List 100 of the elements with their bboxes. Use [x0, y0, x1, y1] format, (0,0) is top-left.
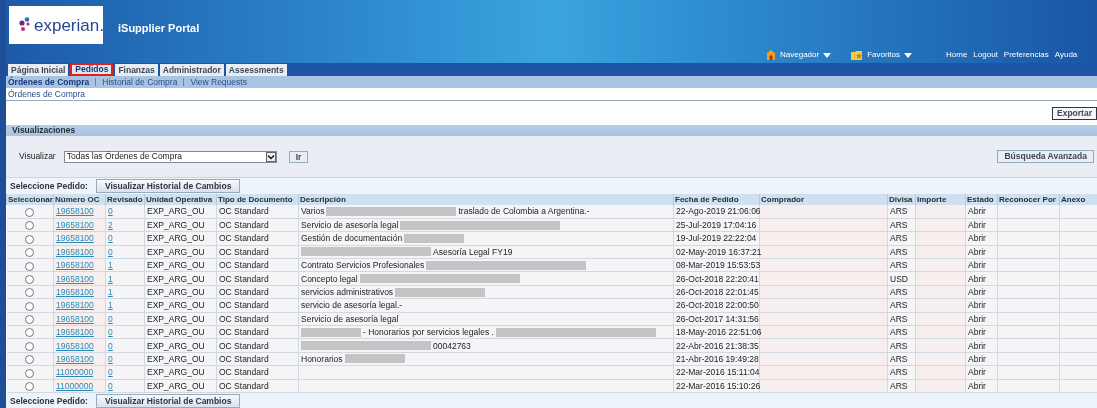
header-link[interactable]: Ayuda — [1054, 49, 1078, 61]
revision-link[interactable]: 1 — [108, 260, 113, 271]
table-cell: ARS — [890, 300, 908, 311]
row-radio[interactable] — [25, 328, 35, 338]
subtab-link[interactable]: View Requests — [190, 75, 247, 89]
table-cell: 22-Ago-2019 21:06:06 — [676, 206, 761, 217]
table-cell: 19-Jul-2019 22:22:04 — [676, 233, 757, 244]
folder-star-icon — [851, 50, 864, 60]
revision-link[interactable]: 0 — [108, 380, 113, 391]
row-radio[interactable] — [25, 355, 35, 365]
revision-link[interactable]: 0 — [108, 327, 113, 338]
table-cell: OC Standard — [219, 354, 269, 364]
table-cell: ARS — [890, 354, 908, 364]
table-cell: USD — [890, 273, 908, 284]
table-cell: OC Standard — [219, 233, 269, 244]
column-header: Divisa — [888, 195, 913, 204]
table-cell: EXP_ARG_OU — [147, 273, 205, 284]
row-radio[interactable] — [25, 248, 35, 258]
table-cell: ARS — [890, 313, 908, 324]
tab[interactable]: Página Inicial — [8, 64, 69, 76]
table-cell: 08-Mar-2019 15:53:53 — [676, 260, 761, 271]
table-cell: Abrir — [968, 354, 986, 364]
advanced-search-button[interactable]: Búsqueda Avanzada — [997, 150, 1094, 163]
revision-link[interactable]: 0 — [108, 313, 113, 324]
table-cell: Abrir — [968, 367, 986, 378]
revision-link[interactable]: 0 — [108, 206, 113, 217]
table-cell: EXP_ARG_OU — [147, 287, 205, 298]
description-text: Varios — [301, 205, 325, 218]
go-button[interactable]: Ir — [288, 150, 309, 163]
table-cell: Abrir — [968, 327, 986, 338]
description-text: servicios administrativos — [301, 286, 394, 299]
revision-link[interactable]: 1 — [108, 273, 113, 284]
revision-link[interactable]: 0 — [108, 246, 113, 257]
revision-link[interactable]: 1 — [108, 287, 113, 298]
table-cell: Abrir — [968, 300, 986, 311]
revision-link[interactable]: 2 — [108, 220, 113, 231]
menu-button[interactable]: Favoritos — [851, 49, 913, 61]
revision-link[interactable]: 0 — [108, 367, 113, 378]
row-radio[interactable] — [25, 261, 35, 271]
description-text: Servicio de asesoría legal — [301, 219, 399, 232]
table-cell: EXP_ARG_OU — [147, 327, 205, 338]
table-cell: 18-May-2016 22:51:06 — [676, 327, 762, 338]
view-dropdown[interactable]: Todas las Órdenes de Compra — [63, 150, 277, 163]
table-cell: ARS — [890, 367, 908, 378]
row-radio[interactable] — [25, 368, 35, 378]
column-header: Fecha de Pedido — [674, 195, 739, 204]
tab[interactable]: Administrador — [159, 64, 224, 76]
description-text: traslado de Colombia a Argentina.- — [458, 205, 590, 218]
column-header: Importe — [916, 195, 947, 204]
row-radio[interactable] — [25, 274, 35, 284]
table-cell: 26-Oct-2018 22:00:50 — [676, 300, 759, 311]
subtab-link[interactable]: Órdenes de Compra — [8, 75, 90, 89]
column-header: Descripción — [299, 195, 346, 204]
header-link[interactable]: Preferencias — [1003, 49, 1049, 61]
revision-link[interactable]: 0 — [108, 340, 113, 351]
table-cell: ARS — [890, 220, 908, 231]
redaction-bar — [344, 354, 405, 364]
table-cell: 26-Oct-2017 14:31:56 — [676, 313, 759, 324]
row-radio[interactable] — [25, 382, 35, 391]
tab[interactable]: Finanzas — [115, 64, 158, 76]
row-radio[interactable] — [25, 315, 35, 325]
tab[interactable]: Assessments — [225, 64, 287, 76]
table-cell: 26-Oct-2018 22:20:41 — [676, 273, 759, 284]
table-cell: EXP_ARG_OU — [147, 220, 205, 231]
table-cell: Abrir — [968, 273, 986, 284]
description-text: servicio de asesoría legal.- — [301, 299, 403, 312]
row-radio[interactable] — [25, 207, 35, 217]
description-text: Contrato Servicios Profesionales — [301, 259, 425, 272]
table-cell: EXP_ARG_OU — [147, 354, 205, 364]
history-button[interactable]: Visualizar Historial de Cambios — [95, 179, 241, 193]
table-cell: 22-Abr-2016 21:38:35 — [676, 340, 759, 351]
row-radio[interactable] — [25, 234, 35, 244]
select-order-label: Seleccione Pedido: — [10, 394, 88, 408]
row-radio[interactable] — [25, 221, 35, 231]
column-header: Unidad Operativa — [145, 195, 213, 204]
table-cell: OC Standard — [219, 340, 269, 351]
header-link[interactable]: Home — [946, 49, 968, 61]
revision-link[interactable]: 0 — [108, 354, 113, 364]
table-cell: Abrir — [968, 380, 986, 391]
table-cell: EXP_ARG_OU — [147, 300, 205, 311]
revision-link[interactable]: 1 — [108, 300, 113, 311]
table-cell: OC Standard — [219, 313, 269, 324]
table-cell: ARS — [890, 246, 908, 257]
description-text: 00042763 — [433, 339, 471, 352]
row-radio[interactable] — [25, 288, 35, 298]
table-cell: 22-Mar-2016 15:10:26 — [676, 380, 761, 391]
export-button[interactable]: Exportar — [1052, 106, 1097, 120]
redaction-bar — [301, 327, 361, 337]
table-cell: EXP_ARG_OU — [147, 380, 205, 391]
row-radio[interactable] — [25, 301, 35, 311]
revision-link[interactable]: 0 — [108, 233, 113, 244]
menu-button[interactable]: Navegador — [766, 49, 832, 61]
table-cell: EXP_ARG_OU — [147, 340, 205, 351]
description-text: Asesoría Legal FY19 — [433, 245, 513, 258]
history-button[interactable]: Visualizar Historial de Cambios — [95, 393, 241, 408]
header-link[interactable]: Logout — [973, 49, 998, 61]
table-cell: ARS — [890, 340, 908, 351]
subtab-link[interactable]: Historial de Compra — [102, 75, 178, 89]
tab[interactable]: Pedidos — [70, 63, 114, 76]
row-radio[interactable] — [25, 341, 35, 351]
